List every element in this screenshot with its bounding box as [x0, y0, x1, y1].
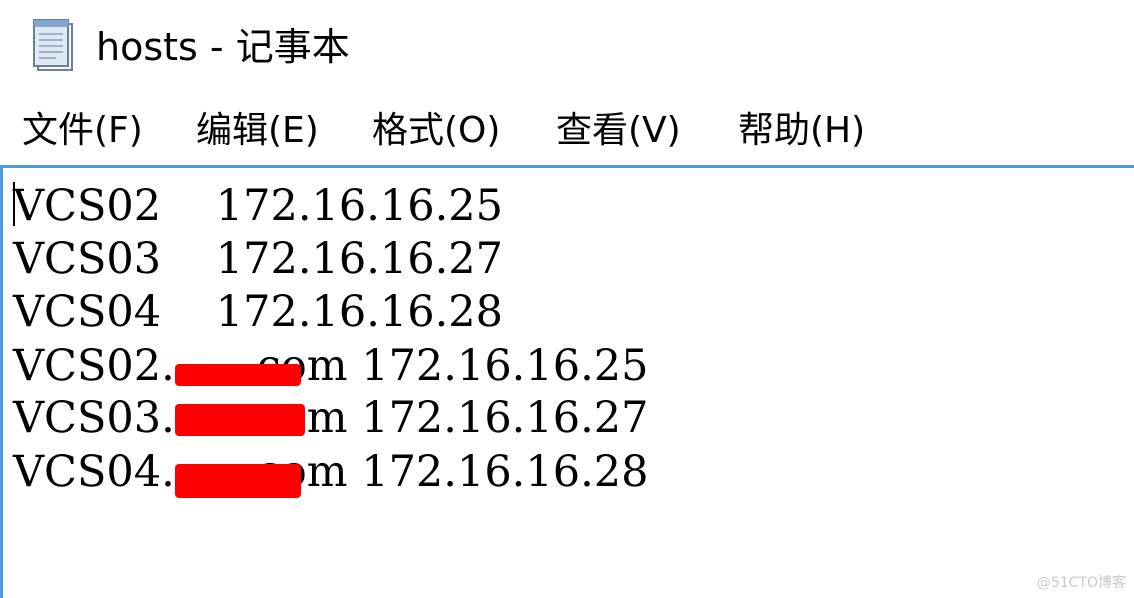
- title-bar: hosts - 记事本: [0, 0, 1134, 96]
- text-line: VCS03. .com 172.16.16.27: [13, 393, 649, 443]
- text-line: VCS02 172.16.16.25: [13, 181, 504, 231]
- menu-format[interactable]: 格式(O): [372, 106, 500, 156]
- window-title: hosts - 记事本: [96, 25, 350, 69]
- redaction-mark: [175, 364, 301, 386]
- notepad-icon: [30, 18, 78, 74]
- text-line: VCS02. .com 172.16.16.25: [13, 341, 649, 391]
- text-line: VCS04. .com 172.16.16.28: [13, 447, 649, 497]
- menu-file[interactable]: 文件(F): [22, 106, 143, 156]
- menu-view[interactable]: 查看(V): [556, 106, 681, 156]
- redaction-mark: [175, 404, 305, 436]
- text-line: VCS03 172.16.16.27: [13, 234, 504, 284]
- menu-edit[interactable]: 编辑(E): [196, 106, 319, 156]
- menu-help[interactable]: 帮助(H): [738, 106, 865, 156]
- text-line: VCS04 172.16.16.28: [13, 287, 504, 337]
- menu-bar: 文件(F) 编辑(E) 格式(O) 查看(V) 帮助(H): [0, 96, 1134, 164]
- text-editor[interactable]: VCS02 172.16.16.25 VCS03 172.16.16.27 VC…: [0, 165, 1134, 598]
- redaction-mark: [175, 464, 301, 498]
- watermark-text: @51CTO博客: [1036, 575, 1126, 591]
